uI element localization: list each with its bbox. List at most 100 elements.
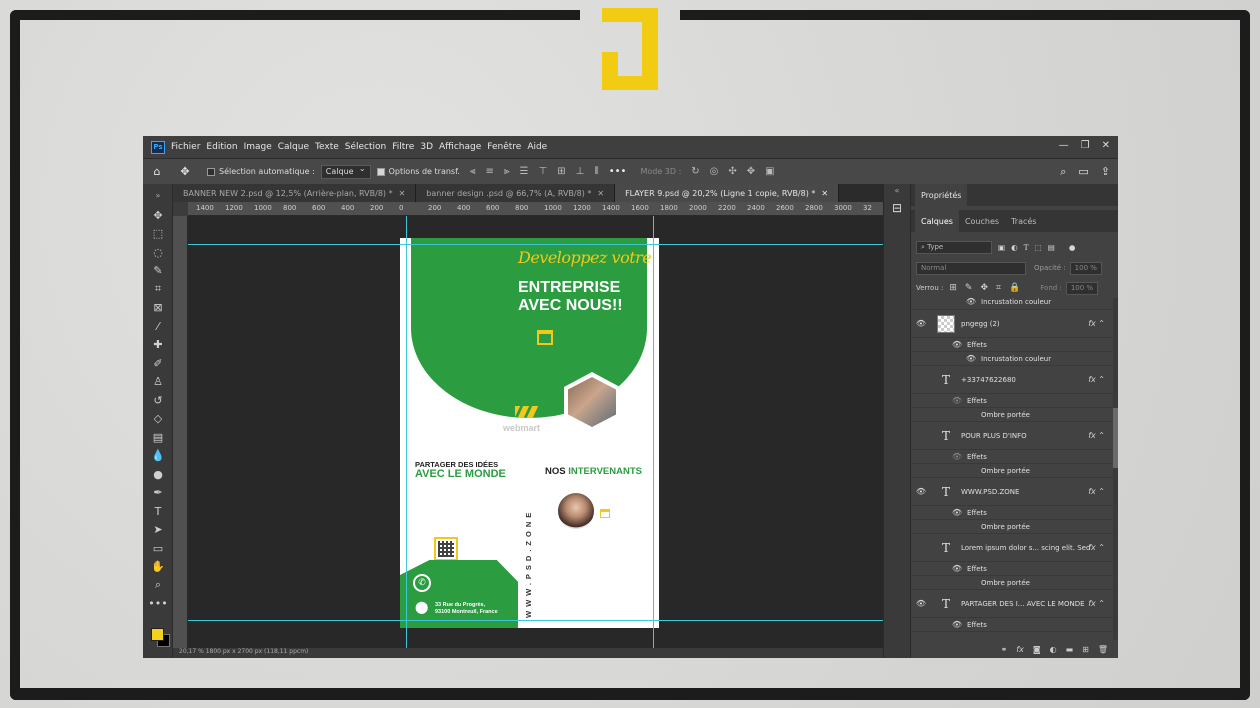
- pen-tool[interactable]: ✒: [143, 484, 173, 503]
- align-middle-icon[interactable]: ⊞: [557, 166, 565, 177]
- menu-fichier[interactable]: Fichier: [171, 142, 200, 152]
- tab-properties[interactable]: Propriétés: [915, 184, 968, 206]
- crop-tool[interactable]: ⌗: [143, 280, 173, 299]
- lock-transparency-icon[interactable]: ⊞: [949, 283, 957, 293]
- link-layers-icon[interactable]: ⚭: [1001, 645, 1008, 654]
- eye-icon[interactable]: 👁: [947, 452, 967, 461]
- tab-traces[interactable]: Tracés: [1005, 210, 1042, 232]
- type-tool[interactable]: T: [143, 502, 173, 521]
- filter-adjust-icon[interactable]: ◐: [1011, 243, 1018, 252]
- frame-tool[interactable]: ⊠: [143, 299, 173, 318]
- effects-row[interactable]: 👁 Effets: [911, 450, 1113, 464]
- eye-icon[interactable]: 👁: [947, 508, 967, 517]
- auto-select-checkbox[interactable]: Sélection automatique :: [207, 167, 315, 176]
- layer-filter-dropdown[interactable]: ⌕ Type: [916, 240, 992, 254]
- effects-row[interactable]: 👁 Effets: [911, 562, 1113, 576]
- eraser-tool[interactable]: ◇: [143, 410, 173, 429]
- photoshop-logo-icon[interactable]: Ps: [151, 140, 165, 154]
- layer-row[interactable]: 👁 pngegg (2) fx ⌃: [911, 310, 1113, 338]
- guide-horizontal-top[interactable]: [188, 244, 883, 245]
- fx-icon[interactable]: fx ⌃: [1088, 487, 1105, 496]
- auto-select-dropdown[interactable]: Calque: [320, 164, 371, 179]
- effect-row[interactable]: 👁 Incrustation couleur: [911, 352, 1113, 366]
- lock-pixels-icon[interactable]: ✎: [965, 283, 973, 293]
- distribute-icon[interactable]: ⦀: [594, 166, 598, 177]
- eye-icon[interactable]: 👁: [911, 599, 931, 608]
- layer-row[interactable]: T +33747622680 fx ⌃: [911, 366, 1113, 394]
- orbit-3d-icon[interactable]: ↻: [691, 166, 699, 177]
- layer-row[interactable]: T POUR PLUS D'INFO fx ⌃: [911, 422, 1113, 450]
- eyedropper-tool[interactable]: ⁄: [143, 317, 173, 336]
- collapse-tools-icon[interactable]: »: [143, 184, 173, 206]
- fx-icon[interactable]: fx ⌃: [1088, 375, 1105, 384]
- menu-filtre[interactable]: Filtre: [392, 142, 414, 152]
- tab-banner-new[interactable]: BANNER NEW 2.psd @ 12,5% (Arrière-plan, …: [173, 184, 417, 202]
- fx-icon[interactable]: fx ⌃: [1088, 599, 1105, 608]
- share-icon[interactable]: ⇪: [1101, 165, 1110, 179]
- pan-3d-icon[interactable]: ✣: [728, 166, 736, 177]
- menu-image[interactable]: Image: [244, 142, 272, 152]
- transform-checkbox[interactable]: Options de transf.: [376, 167, 460, 176]
- adjustment-layer-icon[interactable]: ◐: [1050, 645, 1057, 654]
- effect-row[interactable]: Ombre portée: [911, 520, 1113, 534]
- menu-aide[interactable]: Aide: [527, 142, 547, 152]
- eye-icon[interactable]: 👁: [911, 319, 931, 328]
- lock-position-icon[interactable]: ✥: [980, 283, 988, 293]
- effect-row[interactable]: 👁 Incrustation couleur: [911, 298, 1113, 310]
- new-group-icon[interactable]: ▬: [1066, 645, 1074, 654]
- delete-layer-icon[interactable]: 🗑: [1098, 645, 1108, 654]
- marquee-tool[interactable]: ⬚: [143, 225, 173, 244]
- guide-vertical-left[interactable]: [406, 216, 407, 648]
- eye-icon[interactable]: 👁: [947, 340, 967, 349]
- move-tool-icon[interactable]: ✥: [177, 164, 193, 180]
- menu-fenetre[interactable]: Fenêtre: [487, 142, 521, 152]
- gradient-tool[interactable]: ▤: [143, 428, 173, 447]
- eye-icon[interactable]: 👁: [961, 354, 981, 363]
- hand-tool[interactable]: ✋: [143, 558, 173, 577]
- workspace-icon[interactable]: ▭: [1078, 165, 1088, 179]
- canvas-area[interactable]: Developpez votre ENTREPRISE AVEC NOUS!! …: [188, 216, 883, 648]
- fx-icon[interactable]: fx ⌃: [1088, 319, 1105, 328]
- align-justify-icon[interactable]: ☰: [520, 166, 529, 177]
- move-tool[interactable]: ✥: [143, 206, 173, 225]
- eye-icon[interactable]: 👁: [947, 564, 967, 573]
- collapse-panels-icon[interactable]: «: [884, 186, 910, 195]
- filter-shape-icon[interactable]: ⬚: [1035, 243, 1042, 252]
- eye-icon[interactable]: 👁: [911, 487, 931, 496]
- zoom-tool[interactable]: ⌕: [143, 576, 173, 595]
- stamp-tool[interactable]: ♙: [143, 373, 173, 392]
- effects-row[interactable]: 👁 Effets: [911, 338, 1113, 352]
- vertical-ruler[interactable]: [173, 216, 188, 648]
- lasso-tool[interactable]: ◌: [143, 243, 173, 262]
- guide-horizontal-bottom[interactable]: [188, 620, 883, 621]
- fill-input[interactable]: 100 %: [1065, 281, 1099, 295]
- lock-artboard-icon[interactable]: ⌗: [996, 283, 1001, 293]
- search-icon[interactable]: ⌕: [1060, 165, 1066, 179]
- align-top-icon[interactable]: ⊤: [539, 166, 548, 177]
- layer-row[interactable]: 👁 T PARTAGER DES I... AVEC LE MONDE fx ⌃: [911, 590, 1113, 618]
- tab-couches[interactable]: Couches: [959, 210, 1005, 232]
- filter-smart-icon[interactable]: ▤: [1048, 243, 1055, 252]
- menu-selection[interactable]: Sélection: [345, 142, 386, 152]
- brush-tool[interactable]: ✐: [143, 354, 173, 373]
- menu-edition[interactable]: Edition: [206, 142, 237, 152]
- healing-tool[interactable]: ✚: [143, 336, 173, 355]
- align-bottom-icon[interactable]: ⊥: [576, 166, 585, 177]
- restore-icon[interactable]: ❐: [1081, 140, 1090, 151]
- menu-texte[interactable]: Texte: [315, 142, 339, 152]
- edit-toolbar-icon[interactable]: •••: [143, 595, 173, 614]
- dodge-tool[interactable]: ●: [143, 465, 173, 484]
- filter-type-icon[interactable]: T: [1024, 243, 1029, 252]
- new-layer-icon[interactable]: ⊞: [1082, 645, 1089, 654]
- layer-row[interactable]: 👁 T WWW.PSD.ZONE fx ⌃: [911, 478, 1113, 506]
- add-style-icon[interactable]: fx: [1016, 645, 1024, 654]
- horizontal-ruler[interactable]: 1400 1200 1000 800 600 400 200 0 200 400 600 800 100…: [188, 202, 883, 216]
- guide-vertical-right[interactable]: [653, 216, 654, 648]
- effect-row[interactable]: Ombre portée: [911, 576, 1113, 590]
- layer-row[interactable]: T Lorem ipsum dolor s... scing elit. Sed…: [911, 534, 1113, 562]
- flyer-document[interactable]: Developpez votre ENTREPRISE AVEC NOUS!! …: [400, 238, 659, 628]
- blur-tool[interactable]: 💧: [143, 447, 173, 466]
- home-icon[interactable]: ⌂: [149, 164, 165, 180]
- roll-3d-icon[interactable]: ◎: [710, 166, 719, 177]
- effects-row[interactable]: 👁 Effets: [911, 506, 1113, 520]
